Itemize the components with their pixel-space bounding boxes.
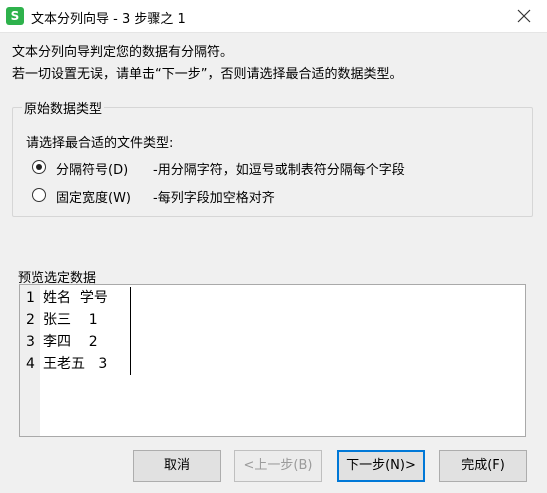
radio-fixed-width-label: 固定宽度(W)	[56, 191, 131, 206]
window-title: 文本分列向导 - 3 步骤之 1	[31, 12, 186, 27]
radio-delimited-label: 分隔符号(D)	[56, 163, 129, 178]
radio-delimited-desc: -用分隔字符，如逗号或制表符分隔每个字段	[153, 163, 405, 178]
row-number: 2	[26, 312, 35, 328]
radio-button-delimited[interactable]	[32, 160, 46, 174]
column-break-line[interactable]	[130, 287, 131, 375]
app-logo-icon: S	[6, 7, 24, 25]
file-type-prompt: 请选择最合适的文件类型:	[26, 136, 174, 151]
row-text: 李四 2	[43, 334, 98, 350]
finish-button[interactable]: 完成(F)	[439, 450, 527, 482]
back-button[interactable]: <上一步(B)	[234, 450, 322, 482]
row-text: 姓名 学号	[43, 290, 108, 306]
radio-button-fixed-width[interactable]	[32, 188, 46, 202]
intro-line-2: 若一切设置无误，请单击“下一步”，否则请选择最合适的数据类型。	[12, 67, 403, 82]
next-button[interactable]: 下一步(N)>	[337, 450, 425, 482]
row-text: 王老五 3	[43, 356, 108, 372]
row-number: 4	[26, 356, 35, 372]
cancel-button[interactable]: 取消	[133, 450, 221, 482]
row-number: 3	[26, 334, 35, 350]
radio-fixed-width-desc: -每列字段加空格对齐	[153, 191, 275, 206]
radio-selected-dot	[36, 164, 42, 170]
intro-line-1: 文本分列向导判定您的数据有分隔符。	[12, 45, 234, 60]
close-icon	[517, 9, 531, 23]
title-bar: S 文本分列向导 - 3 步骤之 1	[0, 0, 547, 33]
row-text: 张三 1	[43, 312, 98, 328]
row-number: 1	[26, 290, 35, 306]
data-preview-box[interactable]: 1 姓名 学号 2 张三 1 3 李四 2 4 王老五 3	[19, 284, 526, 437]
close-button[interactable]	[511, 3, 537, 29]
data-type-group-legend: 原始数据类型	[22, 98, 105, 117]
